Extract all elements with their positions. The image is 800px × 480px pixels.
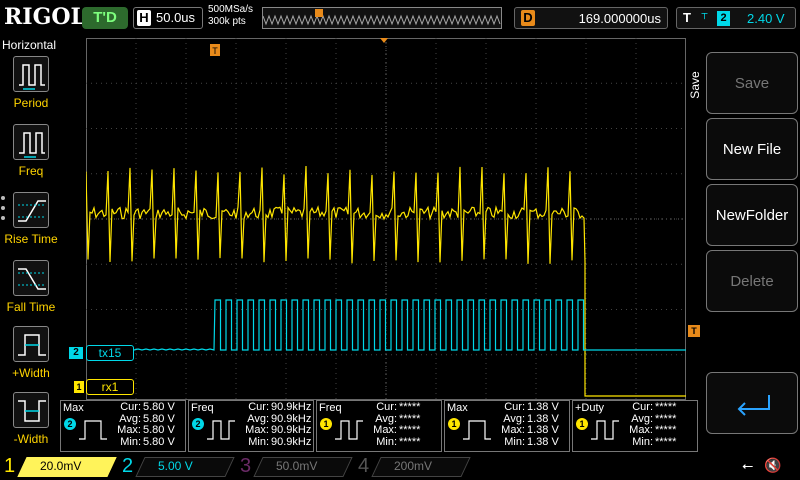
channel-number: 2 <box>122 455 134 477</box>
max-waveform-icon <box>79 420 107 440</box>
delay-label: D <box>521 10 535 26</box>
channel-scale: 200mV <box>394 459 433 473</box>
channel-1-ground-marker[interactable]: 1 <box>74 381 84 393</box>
rise-time-label: Rise Time <box>4 232 58 246</box>
svg-text:T: T <box>212 46 218 56</box>
measure-category-panel: Horizontal Period Freq Rise Time Fall Ti… <box>0 36 62 454</box>
trigger-position-marker <box>315 9 323 17</box>
rising-edge-icon: ⸆ <box>701 11 708 27</box>
channel-2-status[interactable]: 2 5.00 V <box>118 455 236 479</box>
measurement-4[interactable]: Max 1 Cur: 1.38 V Avg: 1.38 V Max: 1.38 V M… <box>444 400 570 452</box>
trigger-level: 2.40 V <box>747 11 785 26</box>
measure-fall-time-item[interactable]: Fall Time <box>0 260 62 324</box>
fall-time-icon <box>13 260 49 296</box>
channel-1-waveform <box>86 165 686 397</box>
source-chip: 2 <box>64 418 76 430</box>
return-button[interactable] <box>706 372 798 434</box>
horizontal-label: H <box>137 10 151 26</box>
measurement-3[interactable]: Freq 1 Cur: ***** Avg: ***** Max: ***** Min… <box>316 400 442 452</box>
channel-scale: 20.0mV <box>40 459 82 473</box>
frequency-icon <box>13 124 49 160</box>
frequency-waveform-icon <box>335 420 363 440</box>
measure-period-item[interactable]: Period <box>0 56 62 120</box>
channel-1-label[interactable]: rx1 <box>86 379 134 395</box>
fall-time-label: Fall Time <box>6 300 56 314</box>
period-icon <box>13 56 49 92</box>
panel-title: Horizontal <box>2 38 57 52</box>
source-chip: 1 <box>448 418 460 430</box>
trigger-position-marker: T <box>210 44 220 56</box>
acquisition-info: 500MSa/s 300k pts <box>208 4 253 28</box>
delay-value: 169.000000us <box>578 11 661 26</box>
save-button[interactable]: Save <box>706 52 798 114</box>
menu-title: Save <box>688 71 702 99</box>
measurement-values: Cur: 5.80 V Avg: 5.80 V Max: 5.80 V Min: 5.8… <box>117 401 175 448</box>
center-marker <box>380 38 388 43</box>
measure-positive-width-item[interactable]: +Width <box>0 326 62 390</box>
channel-2-label[interactable]: tx15 <box>86 345 134 361</box>
memory-overview-strip[interactable] <box>262 7 502 29</box>
measurement-1[interactable]: Max 2 Cur: 5.80 V Avg: 5.80 V Max: 5.80 V M… <box>60 400 186 452</box>
channel-scale: 5.00 V <box>158 459 193 473</box>
measurement-values: Cur: ***** Avg: ***** Max: ***** Min: ***** <box>373 401 421 448</box>
measurement-values: Cur: 90.9kHz Avg: 90.9kHz Max: 90.9kHz Min:… <box>245 401 312 448</box>
channel-2-waveform <box>86 299 686 351</box>
measurement-name: +Duty <box>575 402 605 414</box>
duty-waveform-icon <box>591 420 619 440</box>
measure-rise-time-item[interactable]: Rise Time <box>0 192 62 256</box>
positive-width-label: +Width <box>12 366 50 380</box>
channel-2-ground-marker[interactable]: 2 <box>69 347 83 359</box>
measurement-name: Max <box>447 402 468 414</box>
usb-icon: ⭠ <box>742 458 754 474</box>
measure-negative-width-item[interactable]: -Width <box>0 392 62 456</box>
run-state-badge[interactable]: T'D <box>82 7 128 29</box>
measurement-values: Cur: ***** Avg: ***** Max: ***** Min: ***** <box>629 401 677 448</box>
delay-box[interactable]: D 169.000000us <box>514 7 668 29</box>
freq-label: Freq <box>18 164 44 178</box>
trigger-box[interactable]: T ⸆ 2 2.40 V <box>676 7 796 29</box>
sample-rate: 500MSa/s <box>208 4 254 15</box>
source-chip: 1 <box>320 418 332 430</box>
measurement-values: Cur: 1.38 V Avg: 1.38 V Max: 1.38 V Min: 1.3… <box>501 401 559 448</box>
frequency-waveform-icon <box>207 420 235 440</box>
channel-scale: 50.0mV <box>276 459 318 473</box>
source-chip: 2 <box>192 418 204 430</box>
channel-status-bar: 1 20.0mV 2 5.00 V 3 50.0mV 4 200mV ⭠ 🔇 <box>0 454 800 480</box>
max-waveform-icon <box>463 420 491 440</box>
new-file-button[interactable]: New File <box>706 118 798 180</box>
measurement-name: Freq <box>319 402 342 414</box>
measure-freq-item[interactable]: Freq <box>0 124 62 188</box>
channel-4-status[interactable]: 4 200mV <box>354 455 472 479</box>
new-folder-button[interactable]: NewFolder <box>706 184 798 246</box>
trigger-source: 2 <box>717 11 730 26</box>
source-chip: 1 <box>576 418 588 430</box>
period-label: Period <box>13 96 49 110</box>
negative-width-icon <box>13 392 49 428</box>
trigger-label: T <box>683 10 691 25</box>
top-status-bar: RIGOL T'D H 50.0us 500MSa/s 300k pts D 1… <box>0 0 800 36</box>
measurement-2[interactable]: Freq 2 Cur: 90.9kHz Avg: 90.9kHz Max: 90.9k… <box>188 400 314 452</box>
channel-number: 4 <box>358 455 370 477</box>
channel-number: 3 <box>240 455 252 477</box>
save-menu: Save Save New File NewFolder Delete <box>686 38 800 454</box>
measurement-name: Max <box>63 402 84 414</box>
measurement-5[interactable]: +Duty 1 Cur: ***** Avg: ***** Max: ***** Mi… <box>572 400 698 452</box>
timebase-box[interactable]: H 50.0us <box>133 7 203 29</box>
delete-button[interactable]: Delete <box>706 250 798 312</box>
return-arrow-icon <box>737 395 770 416</box>
speaker-muted-icon[interactable]: 🔇 <box>764 458 781 474</box>
measurement-name: Freq <box>191 402 214 414</box>
rise-time-icon <box>13 192 49 228</box>
channel-1-status[interactable]: 1 20.0mV <box>0 455 118 479</box>
positive-width-icon <box>13 326 49 362</box>
measurement-results-row: Max 2 Cur: 5.80 V Avg: 5.80 V Max: 5.80 V M… <box>60 400 700 452</box>
timebase-value: 50.0us <box>156 10 196 25</box>
memory-depth: 300k pts <box>208 16 246 27</box>
memory-overview-wave <box>263 9 501 26</box>
brand-logo: RIGOL <box>4 4 86 30</box>
channel-number: 1 <box>4 455 16 477</box>
channel-3-status[interactable]: 3 50.0mV <box>236 455 354 479</box>
negative-width-label: -Width <box>13 432 49 446</box>
waveform-display[interactable]: T <box>86 38 686 400</box>
